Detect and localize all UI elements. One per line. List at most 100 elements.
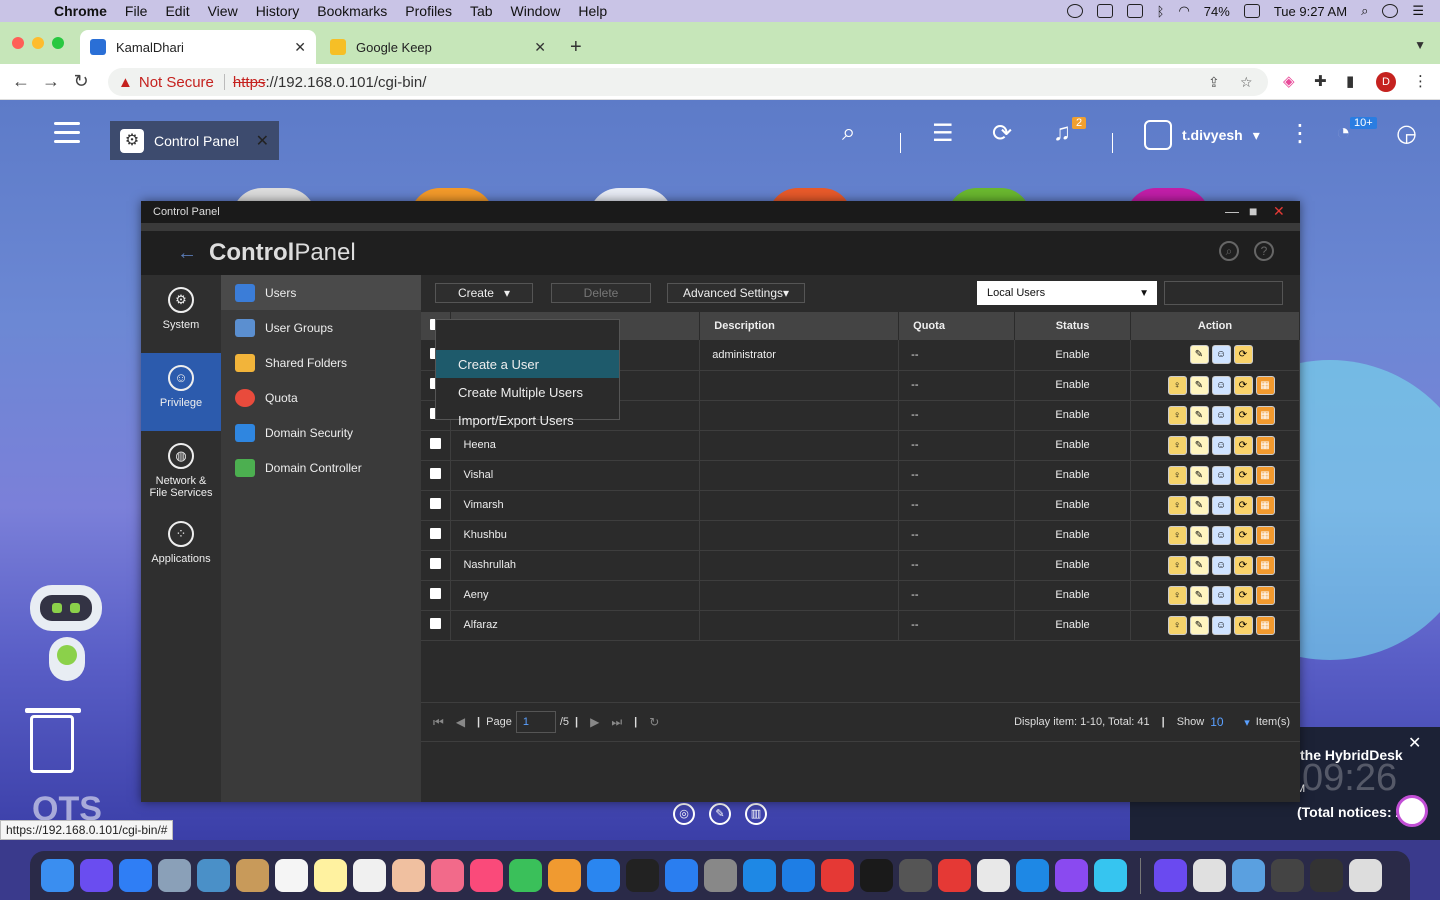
chevron-down-icon[interactable]: ▼: [1414, 38, 1426, 52]
next-page-icon[interactable]: ▶: [590, 715, 599, 729]
tab-google-keep[interactable]: Google Keep ✕: [320, 30, 556, 64]
forward-arrow-icon[interactable]: →: [36, 71, 66, 92]
dock-app-icon[interactable]: [158, 859, 191, 892]
helpdesk-icon[interactable]: [1396, 795, 1428, 827]
dock-app-icon[interactable]: [899, 859, 932, 892]
edit-icon[interactable]: ♀: [1167, 555, 1187, 575]
dock-app-icon[interactable]: [1232, 859, 1265, 892]
window-title-bar[interactable]: Control Panel — ■ ✕: [141, 201, 1300, 223]
menu-create-user[interactable]: Create a User: [436, 350, 619, 378]
app-privilege-icon[interactable]: ▦: [1255, 525, 1275, 545]
user-group-icon[interactable]: ☺: [1211, 615, 1231, 635]
subnav-users[interactable]: Users: [221, 275, 421, 310]
edit-icon[interactable]: ♀: [1167, 375, 1187, 395]
dock-app-icon[interactable]: [197, 859, 230, 892]
mute-icon[interactable]: [1096, 4, 1113, 18]
table-row[interactable]: Nashrullah -- Enable ♀ ✎ ☺ ⟳ ▦: [421, 550, 1300, 581]
share-icon[interactable]: ⇪: [1208, 74, 1220, 91]
menu-bookmarks[interactable]: Bookmarks: [308, 3, 396, 19]
permission-icon[interactable]: ⟳: [1233, 465, 1253, 485]
show-count-select[interactable]: 10: [1210, 715, 1238, 729]
control-center-icon[interactable]: ☰: [1412, 3, 1424, 19]
user-group-icon[interactable]: ☺: [1211, 435, 1231, 455]
close-icon[interactable]: ✕: [1273, 203, 1285, 220]
close-icon[interactable]: ✕: [256, 131, 269, 151]
dock-app-icon[interactable]: [704, 859, 737, 892]
user-group-icon[interactable]: ☺: [1211, 555, 1231, 575]
create-button[interactable]: Create ▾: [435, 283, 533, 303]
profile-edit-icon[interactable]: ✎: [1189, 345, 1209, 365]
checkbox[interactable]: [430, 438, 442, 449]
dock-app-icon[interactable]: [548, 859, 581, 892]
background-tasks-icon[interactable]: ☰: [932, 119, 954, 148]
permission-icon[interactable]: ⟳: [1233, 555, 1253, 575]
more-options-icon[interactable]: ⋮: [1288, 119, 1312, 148]
last-page-icon[interactable]: ⏭: [611, 715, 622, 730]
dock-app-icon[interactable]: [431, 859, 464, 892]
permission-icon[interactable]: ⟳: [1233, 345, 1253, 365]
menu-help[interactable]: Help: [569, 3, 616, 19]
subnav-domain-controller[interactable]: Domain Controller: [221, 450, 421, 485]
battery-icon[interactable]: [1243, 4, 1260, 18]
dock-app-icon[interactable]: [1154, 859, 1187, 892]
search-icon[interactable]: ⌕: [842, 119, 855, 147]
menu-file[interactable]: File: [116, 3, 157, 19]
recycle-bin-icon[interactable]: [25, 708, 81, 773]
profile-edit-icon[interactable]: ✎: [1189, 525, 1209, 545]
checkbox[interactable]: [430, 498, 442, 509]
user-group-icon[interactable]: ☺: [1211, 345, 1231, 365]
search-icon[interactable]: ⌕: [1219, 241, 1239, 261]
description-header[interactable]: Description: [699, 312, 900, 340]
edit-icon[interactable]: ♀: [1167, 465, 1187, 485]
dock-app-icon[interactable]: [977, 859, 1010, 892]
dock-app-icon[interactable]: [353, 859, 386, 892]
permission-icon[interactable]: ⟳: [1233, 435, 1253, 455]
delete-button[interactable]: Delete: [551, 283, 651, 303]
caret-down-icon[interactable]: ▾: [1244, 716, 1250, 729]
permission-icon[interactable]: ⟳: [1233, 375, 1253, 395]
dock-app-icon[interactable]: [119, 859, 152, 892]
taskbar-control-panel[interactable]: ⚙ Control Panel ✕: [110, 121, 279, 160]
notice-total[interactable]: (Total notices: 2): [1297, 804, 1408, 820]
edit-icon[interactable]: ♀: [1167, 435, 1187, 455]
checkbox[interactable]: [430, 618, 442, 629]
wifi-icon[interactable]: ◠: [1178, 3, 1189, 19]
dock-app-icon[interactable]: [1094, 859, 1127, 892]
menu-edit[interactable]: Edit: [156, 3, 198, 19]
book-icon[interactable]: ▥: [745, 803, 767, 825]
user-group-icon[interactable]: ☺: [1211, 375, 1231, 395]
dock-app-icon[interactable]: [1016, 859, 1049, 892]
checkbox[interactable]: [430, 528, 442, 539]
menu-view[interactable]: View: [199, 3, 247, 19]
refresh-icon[interactable]: ↻: [649, 715, 659, 729]
subnav-shared-folders[interactable]: Shared Folders: [221, 345, 421, 380]
dock-app-icon[interactable]: [587, 859, 620, 892]
dock-app-icon[interactable]: [509, 859, 542, 892]
profile-edit-icon[interactable]: ✎: [1189, 405, 1209, 425]
user-type-select[interactable]: Local Users ▼: [977, 281, 1157, 305]
bluetooth-icon[interactable]: ᛒ: [1157, 4, 1165, 19]
sidebar-icon[interactable]: ▮: [1346, 72, 1354, 90]
dock-app-icon[interactable]: [80, 859, 113, 892]
app-privilege-icon[interactable]: ▦: [1255, 555, 1275, 575]
menu-profiles[interactable]: Profiles: [396, 3, 461, 19]
dock-app-icon[interactable]: [665, 859, 698, 892]
user-group-icon[interactable]: ☺: [1211, 405, 1231, 425]
checkbox[interactable]: [430, 468, 442, 479]
menu-window[interactable]: Window: [502, 3, 570, 19]
app-privilege-icon[interactable]: ▦: [1255, 585, 1275, 605]
status-check-icon[interactable]: [1066, 4, 1083, 18]
window-close-button[interactable]: [12, 37, 24, 49]
app-privilege-icon[interactable]: ▦: [1255, 375, 1275, 395]
subnav-user-groups[interactable]: User Groups: [221, 310, 421, 345]
dock-app-icon[interactable]: [1271, 859, 1304, 892]
first-page-icon[interactable]: ⏮: [433, 715, 444, 730]
app-privilege-icon[interactable]: ▦: [1255, 435, 1275, 455]
dock-app-icon[interactable]: [236, 859, 269, 892]
dock-app-icon[interactable]: [275, 859, 308, 892]
back-arrow-icon[interactable]: ←: [6, 71, 36, 92]
dock-app-icon[interactable]: [392, 859, 425, 892]
edit-icon[interactable]: ♀: [1167, 525, 1187, 545]
page-number-input[interactable]: 1: [515, 711, 556, 733]
maximize-icon[interactable]: ■: [1249, 203, 1257, 219]
